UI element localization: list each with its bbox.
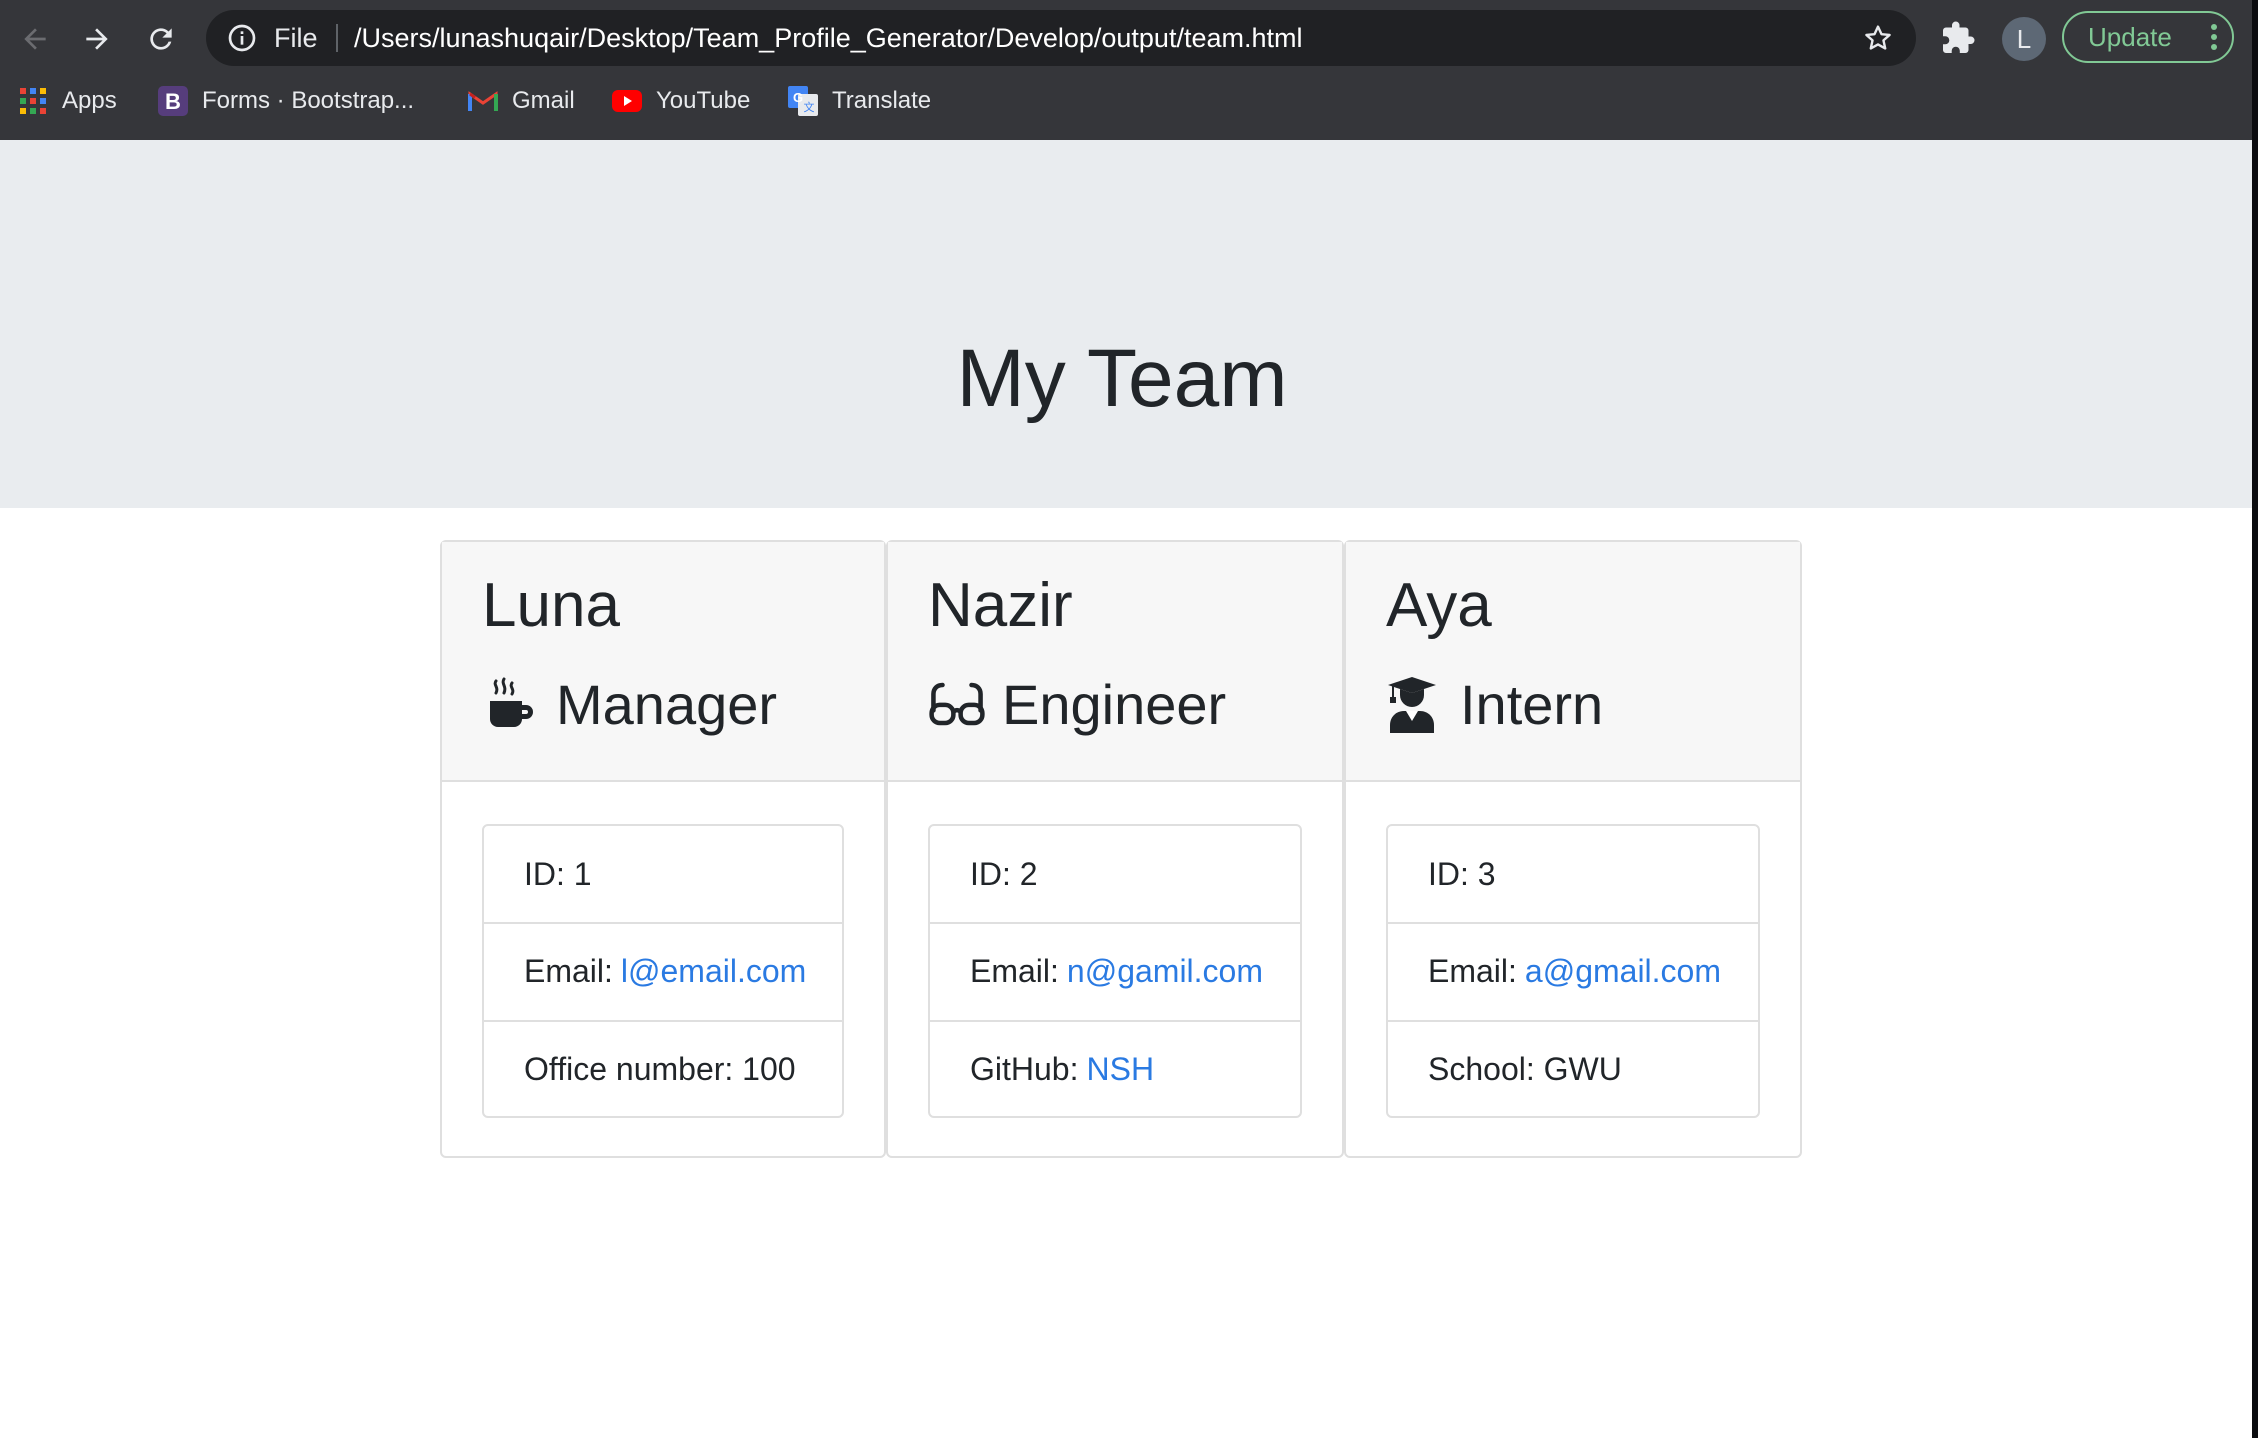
- window-edge: [2252, 0, 2258, 1438]
- youtube-icon: [612, 86, 642, 116]
- star-icon[interactable]: [1862, 22, 1894, 54]
- role-label: Engineer: [1002, 672, 1227, 736]
- bookmark-youtube[interactable]: YouTube: [612, 78, 750, 124]
- member-details-list: ID: 2 Email: n@gamil.com GitHub: NSH: [928, 824, 1302, 1118]
- scheme-label: File: [274, 23, 318, 53]
- page-title: My Team: [956, 332, 1288, 424]
- bootstrap-icon: B: [158, 86, 188, 116]
- member-name: Luna: [482, 571, 620, 640]
- url-text[interactable]: /Users/lunashuqair/Desktop/Team_Profile_…: [354, 10, 1302, 66]
- card-header: Aya Intern: [1346, 542, 1800, 782]
- member-github: GitHub: NSH: [930, 1020, 1300, 1116]
- member-details-list: ID: 1 Email: l@email.com Office number: …: [482, 824, 844, 1118]
- profile-avatar[interactable]: L: [2002, 17, 2046, 61]
- forward-button[interactable]: [72, 14, 122, 64]
- team-member-card: Nazir Engineer ID: 2 Email: n@gamil.com …: [886, 540, 1344, 1158]
- update-button[interactable]: Update: [2062, 11, 2234, 63]
- role-label: Intern: [1460, 672, 1604, 736]
- address-bar[interactable]: File /Users/lunashuqair/Desktop/Team_Pro…: [206, 10, 1916, 66]
- info-icon[interactable]: [226, 22, 258, 54]
- arrow-right-icon: [86, 28, 108, 50]
- bookmark-label: Gmail: [512, 87, 575, 114]
- member-id: ID: 2: [930, 826, 1300, 922]
- email-link[interactable]: a@gmail.com: [1525, 953, 1721, 990]
- page-header: My Team: [0, 140, 2252, 508]
- bookmark-gmail[interactable]: Gmail: [468, 78, 575, 124]
- graduate-icon: [1386, 675, 1444, 733]
- svg-text:文: 文: [804, 100, 815, 114]
- svg-text:G: G: [793, 90, 803, 105]
- member-role: Engineer: [928, 664, 1226, 744]
- apps-grid-icon: [18, 86, 48, 116]
- coffee-mug-icon: [482, 675, 540, 733]
- update-label: Update: [2088, 22, 2172, 52]
- email-label: Email:: [1428, 952, 1517, 989]
- translate-icon: G 文: [788, 86, 818, 116]
- id-text: ID: 3: [1428, 855, 1496, 892]
- member-id: ID: 3: [1388, 826, 1758, 922]
- member-email: Email: l@email.com: [484, 922, 842, 1018]
- email-label: Email:: [970, 952, 1059, 989]
- card-header: Luna Manager: [442, 542, 884, 782]
- address-divider: [336, 24, 338, 52]
- member-role: Manager: [482, 664, 777, 744]
- member-id: ID: 1: [484, 826, 842, 922]
- email-link[interactable]: l@email.com: [621, 953, 806, 990]
- member-details-list: ID: 3 Email: a@gmail.com School: GWU: [1386, 824, 1760, 1118]
- bookmarks-bar: Apps B Forms · Bootstrap... Gmail YouTub…: [0, 78, 2252, 140]
- reload-button[interactable]: [136, 14, 186, 64]
- gmail-icon: [468, 86, 498, 116]
- svg-text:B: B: [165, 89, 181, 114]
- member-name: Nazir: [928, 571, 1073, 640]
- team-member-card: Luna Manager ID: 1 Email: l@email.com Of…: [440, 540, 886, 1158]
- card-header: Nazir Engineer: [888, 542, 1342, 782]
- bookmark-label: Translate: [832, 87, 932, 114]
- email-label: Email:: [524, 952, 613, 989]
- github-label: GitHub:: [970, 1050, 1079, 1087]
- school-text: School: GWU: [1428, 1050, 1622, 1087]
- team-member-card: Aya Intern ID: 3 Email: a@gmail.com Scho…: [1344, 540, 1802, 1158]
- browser-chrome: File /Users/lunashuqair/Desktop/Team_Pro…: [0, 0, 2252, 140]
- reload-icon: [150, 28, 172, 50]
- member-name: Aya: [1386, 571, 1492, 640]
- glasses-icon: [928, 675, 986, 733]
- bookmark-label: Apps: [62, 87, 117, 114]
- id-text: ID: 1: [524, 855, 592, 892]
- member-email: Email: a@gmail.com: [1388, 922, 1758, 1018]
- browser-window: File /Users/lunashuqair/Desktop/Team_Pro…: [0, 0, 2252, 1438]
- arrow-left-icon: [24, 28, 46, 50]
- member-school: School: GWU: [1388, 1020, 1758, 1116]
- back-button[interactable]: [10, 14, 60, 64]
- office-number-text: Office number: 100: [524, 1050, 796, 1087]
- member-role: Intern: [1386, 664, 1603, 744]
- bookmark-label: Forms · Bootstrap...: [202, 87, 415, 114]
- github-link[interactable]: NSH: [1086, 1051, 1154, 1088]
- more-vert-icon[interactable]: [2210, 23, 2218, 51]
- bookmark-apps[interactable]: Apps: [18, 78, 117, 124]
- browser-toolbar: File /Users/lunashuqair/Desktop/Team_Pro…: [0, 0, 2252, 78]
- member-email: Email: n@gamil.com: [930, 922, 1300, 1018]
- bookmark-label: YouTube: [656, 87, 751, 114]
- role-label: Manager: [556, 672, 778, 736]
- bookmark-bootstrap[interactable]: B Forms · Bootstrap...: [158, 78, 414, 124]
- id-text: ID: 2: [970, 855, 1038, 892]
- puzzle-icon[interactable]: [1940, 20, 1976, 56]
- email-link[interactable]: n@gamil.com: [1067, 953, 1263, 990]
- bookmark-translate[interactable]: G 文 Translate: [788, 78, 931, 124]
- member-office-number: Office number: 100: [484, 1020, 842, 1116]
